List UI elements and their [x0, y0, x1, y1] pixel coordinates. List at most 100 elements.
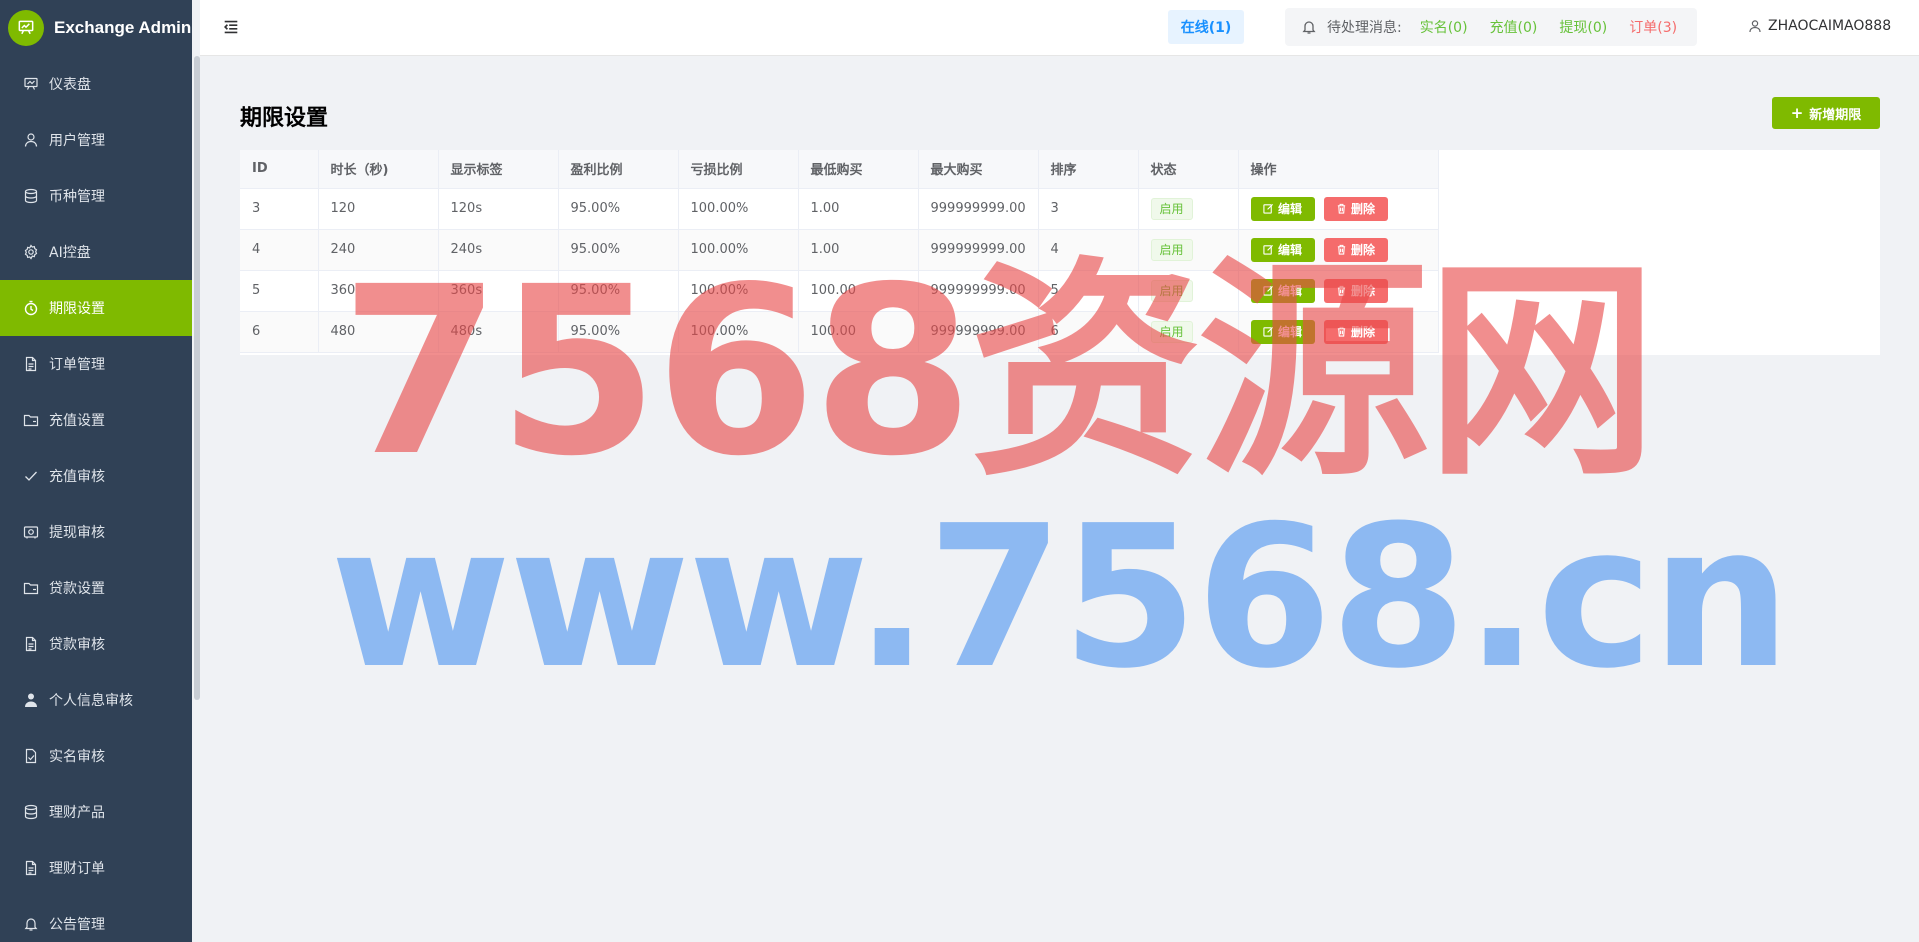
edit-icon [1263, 244, 1278, 255]
document-icon [22, 859, 40, 877]
table-row: 5 360 360s 95.00% 100.00% 100.00 999999999.00 5… [240, 270, 1439, 312]
cell-label: 120s [438, 188, 559, 230]
sidebar-item-1[interactable]: 用户管理 [0, 112, 192, 168]
edit-label: 编辑 [1277, 243, 1302, 257]
folder-icon [22, 579, 40, 597]
column-header[interactable]: 最低购买 [798, 150, 919, 189]
column-header[interactable]: 排序 [1038, 150, 1139, 189]
menu-toggle-icon[interactable] [222, 18, 242, 38]
table-header-row: ID 时长（秒) 显示标签 盈利比例 亏损比例 最低购买 最大购买 排序 状态 操作 [240, 150, 1439, 189]
delete-button[interactable]: 删除 [1323, 196, 1388, 221]
cell-profit: 95.00% [558, 311, 679, 353]
person-icon [22, 691, 40, 709]
column-header[interactable]: 显示标签 [438, 150, 559, 189]
cell-max: 999999999.00 [918, 188, 1039, 230]
edit-button[interactable]: 编辑 [1250, 278, 1315, 303]
edit-icon [1263, 326, 1278, 337]
status-badge: 启用 [1150, 279, 1193, 302]
app-logo[interactable]: Exchange Admin [0, 0, 192, 56]
sidebar-item-label: 个人信息审核 [49, 693, 133, 709]
sidebar-item-3[interactable]: AI控盘 [0, 224, 192, 280]
pending-order-link[interactable]: 订单(3) [1629, 17, 1677, 37]
sidebar-item-4[interactable]: 期限设置 [0, 280, 192, 336]
delete-label: 删除 [1350, 202, 1375, 216]
delete-button[interactable]: 删除 [1323, 278, 1388, 303]
cell-sort: 5 [1038, 270, 1139, 312]
trash-icon [1336, 285, 1351, 296]
cell-loss: 100.00% [678, 229, 799, 271]
trash-icon [1336, 244, 1351, 255]
trash-icon [1336, 203, 1351, 214]
column-header[interactable]: 操作 [1238, 150, 1439, 189]
sidebar-item-5[interactable]: 订单管理 [0, 336, 192, 392]
user-menu[interactable]: ZHAOCAIMAO888 [1748, 18, 1891, 34]
status-badge: 启用 [1150, 197, 1193, 220]
edit-button[interactable]: 编辑 [1250, 196, 1315, 221]
column-header[interactable]: 时长（秒) [318, 150, 439, 189]
add-period-label: 新增期限 [1809, 107, 1862, 123]
sidebar-item-12[interactable]: 实名审核 [0, 728, 192, 784]
add-period-button[interactable]: + 新增期限 [1772, 97, 1880, 129]
sidebar-item-11[interactable]: 个人信息审核 [0, 672, 192, 728]
cell-profit: 95.00% [558, 229, 679, 271]
edit-button[interactable]: 编辑 [1250, 237, 1315, 262]
cell-loss: 100.00% [678, 188, 799, 230]
sidebar-scrollbar[interactable] [194, 56, 200, 700]
cell-label: 480s [438, 311, 559, 353]
period-table: ID 时长（秒) 显示标签 盈利比例 亏损比例 最低购买 最大购买 排序 状态 操作 3 120 12… [240, 150, 1439, 353]
sidebar-item-9[interactable]: 贷款设置 [0, 560, 192, 616]
pending-label: 待处理消息: [1327, 20, 1402, 36]
cell-id: 6 [240, 311, 319, 353]
delete-button[interactable]: 删除 [1323, 237, 1388, 262]
withdraw-icon [22, 523, 40, 541]
logo-icon [8, 10, 44, 46]
delete-label: 删除 [1350, 325, 1375, 339]
pending-realname-link[interactable]: 实名(0) [1420, 17, 1468, 37]
sidebar-item-10[interactable]: 贷款审核 [0, 616, 192, 672]
sidebar-item-8[interactable]: 提现审核 [0, 504, 192, 560]
sidebar-item-label: 充值审核 [49, 469, 105, 485]
edit-label: 编辑 [1277, 284, 1302, 298]
cell-duration: 480 [318, 311, 439, 353]
sidebar-item-6[interactable]: 充值设置 [0, 392, 192, 448]
column-header[interactable]: 状态 [1138, 150, 1239, 189]
sidebar-item-15[interactable]: 公告管理 [0, 896, 192, 942]
sidebar-item-label: 期限设置 [49, 301, 105, 317]
edit-button[interactable]: 编辑 [1250, 319, 1315, 344]
sidebar-item-13[interactable]: 理财产品 [0, 784, 192, 840]
table-row: 3 120 120s 95.00% 100.00% 1.00 999999999.00 3 启用… [240, 188, 1439, 230]
sidebar-item-label: AI控盘 [49, 245, 91, 261]
delete-label: 删除 [1350, 284, 1375, 298]
plus-icon: + [1790, 104, 1804, 122]
column-header[interactable]: 最大购买 [918, 150, 1039, 189]
cell-id: 4 [240, 229, 319, 271]
pending-withdraw-link[interactable]: 提现(0) [1559, 17, 1607, 37]
cell-min: 100.00 [798, 270, 919, 312]
sidebar-item-14[interactable]: 理财订单 [0, 840, 192, 896]
sidebar-item-label: 理财订单 [49, 861, 105, 877]
column-header[interactable]: 亏损比例 [678, 150, 799, 189]
app-title: Exchange Admin [54, 18, 192, 37]
column-header[interactable]: 盈利比例 [558, 150, 679, 189]
cell-actions: 编辑 删除 [1238, 188, 1439, 230]
column-header[interactable]: ID [240, 150, 319, 189]
online-count-badge[interactable]: 在线(1) [1168, 10, 1244, 44]
sidebar-item-2[interactable]: 币种管理 [0, 168, 192, 224]
sidebar-item-7[interactable]: 充值审核 [0, 448, 192, 504]
status-badge: 启用 [1150, 320, 1193, 343]
sidebar-item-label: 贷款审核 [49, 637, 105, 653]
edit-icon [1263, 203, 1278, 214]
pending-recharge-link[interactable]: 充值(0) [1490, 17, 1538, 37]
cell-min: 1.00 [798, 188, 919, 230]
database-icon [22, 187, 40, 205]
cell-duration: 360 [318, 270, 439, 312]
sidebar: Exchange Admin 仪表盘 用户管理 币种管理 AI控盘 期限设置 订单管理 充值… [0, 0, 192, 942]
sidebar-item-0[interactable]: 仪表盘 [0, 56, 192, 112]
top-header: 在线(1) 待处理消息: 实名(0) 充值(0) 提现(0) 订单(3) ZHA… [200, 0, 1919, 56]
bell-icon [22, 915, 40, 933]
delete-button[interactable]: 删除 [1323, 319, 1388, 344]
sidebar-menu: 仪表盘 用户管理 币种管理 AI控盘期限设置订单管理 充值设置充值审核提现审核 贷款设置贷… [0, 56, 192, 942]
cell-min: 1.00 [798, 229, 919, 271]
cell-sort: 3 [1038, 188, 1139, 230]
cell-profit: 95.00% [558, 270, 679, 312]
